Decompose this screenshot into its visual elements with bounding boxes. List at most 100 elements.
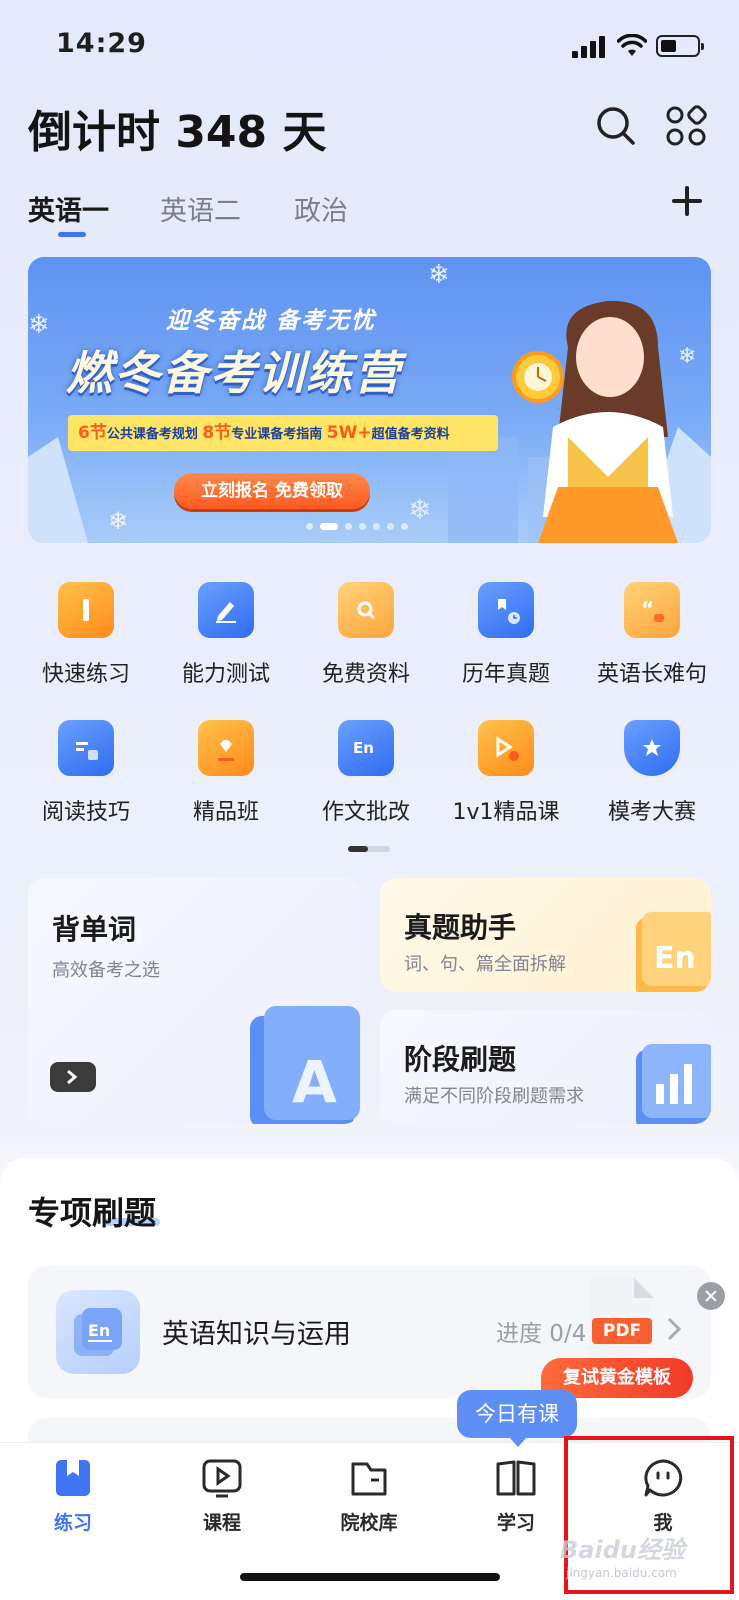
tabbar-item-practice[interactable]: 练习: [13, 1458, 133, 1535]
feature-label: 能力测试: [181, 662, 270, 687]
tabbar-label: 学习: [496, 1512, 535, 1534]
countdown-title: 倒计时 348 天: [28, 107, 327, 158]
tabbar-label: 练习: [53, 1512, 92, 1534]
card-title: 背单词: [52, 913, 137, 946]
card-title: 阶段刷题: [404, 1043, 517, 1076]
feature-reading-skills[interactable]: 阅读技巧: [16, 720, 156, 826]
section-title: 专项刷题: [28, 1194, 157, 1232]
card-vocabulary[interactable]: 背单词 高效备考之选 A: [28, 878, 360, 1124]
banner-slogan: 迎冬奋战 备考无忧: [166, 308, 377, 334]
card-exam-helper[interactable]: 真题助手 词、句、篇全面拆解 En: [380, 878, 711, 992]
banner-signup-button[interactable]: 立刻报名 免费领取: [174, 473, 370, 509]
banner-benefits-strip: 6节公共课备考规划 8节专业课备考指南 5W+超值备考资料: [68, 415, 498, 451]
tabbar-item-courses[interactable]: 课程: [162, 1458, 282, 1535]
tabbar-item-study[interactable]: 学习: [456, 1458, 576, 1535]
list-item-progress: 进度 0/4: [496, 1321, 587, 1347]
svg-text:❄: ❄: [28, 310, 50, 340]
status-time: 14:29: [56, 28, 147, 59]
watermark-url: jingyan.baidu.com: [566, 1566, 677, 1580]
chevron-right-icon: [667, 1317, 682, 1341]
play-tutor-icon: [478, 720, 534, 776]
feature-label: 免费资料: [321, 662, 410, 687]
svg-text:“: “: [641, 597, 654, 621]
bar-chart-book-icon: [636, 1044, 711, 1124]
benefit-3-text: 超值备考资料: [371, 427, 450, 442]
apps-grid-icon[interactable]: [664, 104, 708, 148]
card-subtitle: 词、句、篇全面拆解: [404, 954, 566, 975]
card-subtitle: 满足不同阶段刷题需求: [404, 1086, 584, 1107]
tabbar-label: 课程: [202, 1512, 241, 1534]
open-book-icon: [496, 1460, 536, 1496]
benefit-3-count: 5W+: [326, 423, 372, 443]
tabbar-item-schools[interactable]: 院校库: [309, 1458, 429, 1535]
card-go-button[interactable]: [50, 1062, 96, 1092]
add-subject-icon[interactable]: [672, 186, 702, 216]
pdf-badge: PDF: [592, 1318, 652, 1344]
feature-past-exams[interactable]: 历年真题: [436, 582, 576, 688]
tab-english-1[interactable]: 英语一: [28, 189, 109, 228]
feature-long-sentences[interactable]: “ 英语长难句: [582, 582, 722, 688]
battery-icon: [656, 35, 704, 57]
card-subtitle: 高效备考之选: [52, 960, 160, 981]
feature-label: 模考大赛: [607, 800, 696, 825]
pencil-book-icon: [58, 582, 114, 638]
open-book-icon: [58, 720, 114, 776]
signal-icon: [572, 36, 605, 58]
wifi-icon: [617, 34, 647, 56]
search-icon[interactable]: [596, 106, 636, 146]
svg-text:❄: ❄: [428, 260, 450, 290]
banner-pagination: [306, 522, 408, 530]
list-item-title: 英语知识与运用: [162, 1319, 351, 1350]
clock-book-icon: [478, 582, 534, 638]
svg-text:❄: ❄: [108, 507, 128, 535]
watermark-brand: Baidu经验: [560, 1536, 685, 1564]
feature-1v1-course[interactable]: 1v1精品课: [436, 720, 576, 826]
banner-dot: [345, 522, 352, 530]
feature-essay-correction[interactable]: En 作文批改: [296, 720, 436, 826]
play-screen-icon: [202, 1459, 242, 1498]
tab-politics[interactable]: 政治: [294, 189, 348, 228]
feature-label: 历年真题: [461, 662, 550, 687]
tabbar-label: 院校库: [340, 1512, 398, 1534]
svg-text:A: A: [292, 1048, 337, 1116]
letter-a-book-icon: A: [250, 1006, 360, 1124]
promo-banner[interactable]: ❄ ❄ ❄ ❄ ❄ 迎冬奋战 备考无忧 燃冬备考训练营 6节公共课备考规划 8节…: [28, 257, 711, 543]
diamond-screen-icon: [198, 720, 254, 776]
trophy-icon: [624, 720, 680, 776]
feature-label: 阅读技巧: [41, 800, 130, 825]
en-book-icon: En: [636, 912, 711, 992]
card-title: 真题助手: [404, 911, 517, 944]
feature-quick-practice[interactable]: 快速练习: [16, 582, 156, 688]
feature-label: 作文批改: [321, 800, 410, 825]
svg-text:En: En: [88, 1321, 110, 1340]
feature-mock-contest[interactable]: 模考大赛: [582, 720, 722, 826]
feature-premium-class[interactable]: 精品班: [156, 720, 296, 826]
feature-label: 英语长难句: [596, 662, 707, 687]
tab-english-2[interactable]: 英语二: [160, 189, 241, 228]
close-promo-icon[interactable]: [697, 1282, 725, 1310]
card-stage-practice[interactable]: 阶段刷题 满足不同阶段刷题需求: [380, 1010, 711, 1124]
feature-label: 精品班: [192, 800, 259, 825]
home-indicator[interactable]: [240, 1573, 500, 1581]
banner-title: 燃冬备考训练营: [66, 346, 402, 400]
en-doc-icon: En: [56, 1290, 140, 1374]
feature-ability-test[interactable]: 能力测试: [156, 582, 296, 688]
svg-text:En: En: [353, 739, 374, 757]
banner-dot: [373, 522, 380, 530]
bookmark-book-icon: [56, 1460, 90, 1496]
banner-dot-active: [320, 522, 338, 530]
en-doc-icon: En: [338, 720, 394, 776]
folder-tag-icon: [351, 1462, 387, 1496]
benefit-1-count: 6节: [78, 423, 107, 443]
feature-free-materials[interactable]: 免费资料: [296, 582, 436, 688]
svg-text:❄: ❄: [408, 493, 431, 526]
benefit-2-count: 8节: [202, 423, 232, 443]
chevron-right-icon: [67, 1069, 78, 1085]
search-folder-icon: [338, 582, 394, 638]
quote-bubble-icon: “: [624, 582, 680, 638]
benefit-2-text: 专业课备考指南: [231, 427, 323, 442]
banner-dot: [401, 522, 408, 530]
feature-label: 快速练习: [41, 662, 130, 687]
tab-active-indicator: [58, 232, 86, 237]
today-class-bubble[interactable]: 今日有课: [457, 1390, 577, 1447]
